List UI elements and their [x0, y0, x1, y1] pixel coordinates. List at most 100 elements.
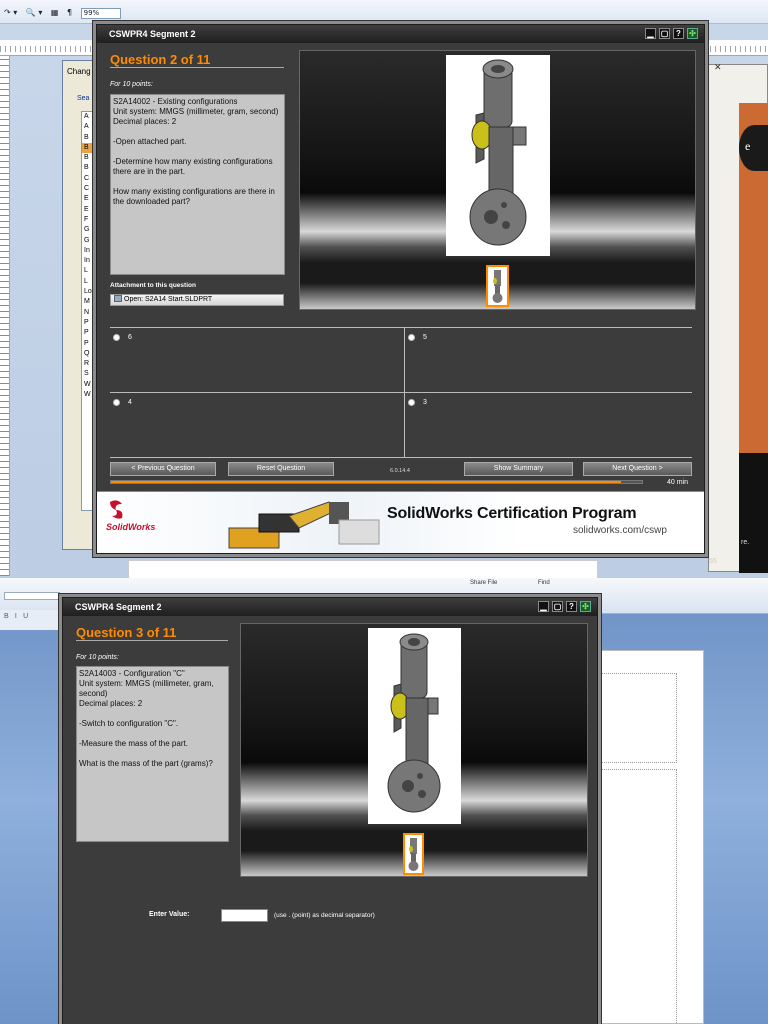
toolbar-item[interactable]: ¶ [67, 8, 72, 17]
question-text: S2A14002 - Existing configurations Unit … [110, 94, 285, 275]
part-render-icon [387, 633, 441, 813]
radio-button[interactable] [113, 334, 120, 341]
toolbar-item[interactable]: ▦ [51, 8, 59, 17]
document-page [128, 560, 598, 580]
robot-arm-icon [228, 501, 380, 549]
answer-label: 6 [128, 334, 132, 341]
document-page [600, 650, 704, 1024]
window-title: CSWPR4 Segment 2 [75, 602, 162, 612]
radio-button[interactable] [408, 334, 415, 341]
thumbnail-icon [408, 838, 419, 871]
exam-window-1: CSWPR4 Segment 2 ▁ ▢ ? ✣ Question 2 of 1… [96, 24, 705, 554]
dark-oval: e [739, 125, 768, 171]
restore-button[interactable]: ▢ [659, 28, 670, 39]
grid-line [110, 327, 692, 328]
dark-panel [739, 453, 768, 573]
doc-text: 55 [709, 558, 717, 565]
bold-button[interactable]: B [4, 613, 9, 620]
title-underline [110, 67, 284, 68]
minimize-button[interactable]: ▁ [538, 601, 549, 612]
window-title: CSWPR4 Segment 2 [109, 29, 196, 39]
find-button[interactable]: Find [538, 580, 550, 586]
minimize-button[interactable]: ▁ [645, 28, 656, 39]
answer-label: 4 [128, 399, 132, 406]
question-text: S2A14003 - Configuration "C" Unit system… [76, 666, 229, 842]
thumbnail-icon [492, 270, 503, 303]
attachment-label: Attachment to this question [110, 282, 196, 289]
italic-button[interactable]: I [15, 613, 17, 620]
toolbar-icons[interactable]: ↷ ▾ 🔍 ▾ ▦ ¶ 99% [4, 8, 127, 19]
points-label: For 10 points: [110, 81, 153, 88]
dialog-search-label: Sea [77, 95, 90, 102]
solidworks-logo-icon [110, 500, 123, 519]
title-bar: CSWPR4 Segment 2 ▁ ▢ ? ✣ [63, 598, 597, 616]
attachment-filename: Open: S2A14 Start.SLDPRT [124, 296, 213, 303]
background-document: e re. 55 [708, 64, 768, 573]
file-icon [114, 295, 122, 302]
answer-label: 5 [423, 334, 427, 341]
time-progress-bar [110, 480, 643, 484]
question-title: Question 2 of 11 [110, 52, 211, 67]
step-2: -Determine how many existing configurati… [113, 157, 273, 176]
version-label: 6.0.14.4 [390, 468, 410, 474]
dialog-title: Chang [67, 67, 91, 76]
progress-fill [111, 481, 621, 483]
time-remaining: 40 min [667, 479, 689, 486]
solidworks-logo-text: SolidWorks [106, 522, 156, 532]
underline-button[interactable]: U [23, 613, 28, 620]
points-label: For 10 points: [76, 654, 119, 661]
word-toolbar: ↷ ▾ 🔍 ▾ ▦ ¶ 99% [0, 0, 768, 24]
placeholder-box [601, 769, 677, 1024]
font-box[interactable] [4, 592, 60, 600]
previous-question-button[interactable]: < Previous Question [110, 462, 216, 476]
answer-label: 3 [423, 399, 427, 406]
part-viewer [299, 50, 696, 310]
part-image [368, 628, 461, 824]
question-id: S2A14003 - Configuration "C" [79, 669, 185, 678]
step-1: -Switch to configuration "C". [79, 719, 179, 728]
share-button[interactable]: Share File [470, 580, 497, 586]
open-attachment-button[interactable]: Open: S2A14 Start.SLDPRT [110, 294, 284, 306]
radio-button[interactable] [113, 399, 120, 406]
unit-system: Unit system: MMGS (millimeter, gram, sec… [113, 107, 279, 116]
certification-banner: SolidWorks SolidWorks Certification Prog… [97, 491, 704, 553]
unit-system: Unit system: MMGS (millimeter, gram, sec… [79, 679, 214, 698]
grid-line [110, 392, 692, 393]
question-prompt: How many existing configurations are the… [113, 187, 275, 206]
grid-line [110, 457, 692, 458]
fullscreen-button[interactable]: ✣ [580, 601, 591, 612]
placeholder-box [601, 673, 677, 763]
thumbnail[interactable] [403, 833, 424, 875]
zoom-select[interactable]: 99% [80, 8, 121, 19]
doc-text: re. [741, 539, 750, 546]
part-image [446, 55, 550, 256]
step-2: -Measure the mass of the part. [79, 739, 188, 748]
fullscreen-button[interactable]: ✣ [687, 28, 698, 39]
decimal-places: Decimal places: 2 [113, 117, 177, 126]
banner-title: SolidWorks Certification Program [387, 505, 637, 522]
close-icon[interactable]: ✕ [714, 62, 722, 73]
reset-question-button[interactable]: Reset Question [228, 462, 334, 476]
question-id: S2A14002 - Existing configurations [113, 97, 238, 106]
enter-value-label: Enter Value: [149, 911, 190, 918]
show-summary-button[interactable]: Show Summary [464, 462, 573, 476]
radio-button[interactable] [408, 399, 415, 406]
question-title: Question 3 of 11 [76, 625, 177, 640]
vertical-ruler [0, 56, 10, 576]
decimal-places: Decimal places: 2 [79, 699, 143, 708]
answer-input[interactable] [221, 909, 268, 922]
title-underline [76, 640, 228, 641]
help-button[interactable]: ? [673, 28, 684, 39]
oval-letter: e [745, 139, 751, 153]
decimal-hint: (use . (point) as decimal separator) [274, 912, 375, 919]
format-bar: B I U [0, 610, 62, 630]
toolbar-item[interactable]: ↷ ▾ [4, 8, 17, 17]
help-button[interactable]: ? [566, 601, 577, 612]
thumbnail[interactable] [486, 265, 509, 307]
toolbar-item[interactable]: 🔍 ▾ [26, 8, 43, 17]
step-1: -Open attached part. [113, 137, 187, 146]
exam-window-2: CSWPR4 Segment 2 ▁ ▢ ? ✣ Question 3 of 1… [62, 597, 598, 1024]
next-question-button[interactable]: Next Question > [583, 462, 692, 476]
part-render-icon [469, 59, 527, 246]
restore-button[interactable]: ▢ [552, 601, 563, 612]
